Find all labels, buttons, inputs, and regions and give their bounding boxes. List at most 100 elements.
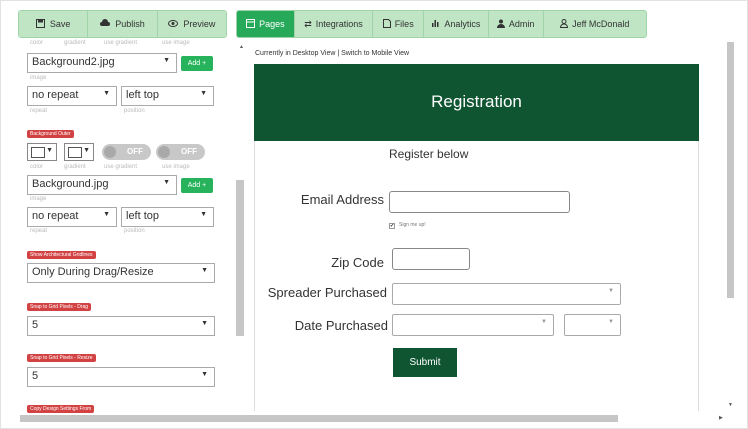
position-select-2[interactable]: left top ▼ <box>121 207 214 227</box>
snap-drag-select[interactable]: 5 ▼ <box>27 316 215 336</box>
publish-label: Publish <box>115 19 145 29</box>
editor-toolbar: Save Publish Preview <box>18 10 227 38</box>
tab-pages[interactable]: Pages <box>237 11 295 37</box>
date-month-select[interactable]: ▼ <box>392 314 554 336</box>
bg-image-value-1: Background2.jpg <box>32 56 115 68</box>
snap-resize-select[interactable]: 5 ▼ <box>27 367 215 387</box>
spreader-select[interactable]: ▼ <box>392 283 621 305</box>
scroll-down-arrow-icon[interactable]: ▼ <box>728 402 733 408</box>
zip-label: Zip Code <box>331 255 384 270</box>
chevron-down-icon: ▼ <box>201 320 208 327</box>
chevron-down-icon: ▼ <box>201 267 208 274</box>
chevron-down-icon: ▼ <box>201 371 208 378</box>
use-image-toggle[interactable]: OFF <box>156 144 205 160</box>
repeat-sublabel-2: repeat <box>30 228 48 234</box>
tab-user-label: Jeff McDonald <box>572 19 630 29</box>
tab-admin-label: Admin <box>508 19 535 29</box>
toggle-knob <box>158 146 170 158</box>
gridlines-tag: Show Architectural Gridlines <box>27 251 96 259</box>
date-label: Date Purchased <box>294 318 388 333</box>
tab-admin[interactable]: Admin <box>489 11 544 37</box>
tab-integrations[interactable]: ⇄ Integrations <box>295 11 374 37</box>
copy-design-tag: Copy Design Settings From <box>27 405 95 413</box>
publish-button[interactable]: Publish <box>88 11 158 37</box>
email-field[interactable] <box>389 191 570 213</box>
bg-outer-tag: Background Outer <box>27 130 74 138</box>
repeat-sublabel-1: repeat <box>30 108 48 114</box>
bg-image-value-2: Background.jpg <box>32 178 109 190</box>
position-value-2: left top <box>126 210 160 222</box>
repeat-select-2[interactable]: no repeat ▼ <box>27 207 117 227</box>
gridlines-value: Only During Drag/Resize <box>32 266 154 278</box>
form-title: Registration <box>431 92 522 111</box>
chevron-down-icon: ▼ <box>163 179 170 186</box>
sublabel-color: color <box>30 164 44 170</box>
switch-mobile-link[interactable]: Switch to Mobile View <box>341 50 409 57</box>
chevron-down-icon: ▼ <box>200 211 207 218</box>
snap-drag-value: 5 <box>32 319 39 331</box>
eye-icon <box>168 19 179 29</box>
bar-chart-icon <box>431 19 440 29</box>
position-select-1[interactable]: left top ▼ <box>121 86 214 106</box>
signup-checkbox[interactable]: ✔ <box>389 223 395 229</box>
sublabel-use-image: use image <box>162 164 190 170</box>
chevron-down-icon: ▼ <box>83 147 90 154</box>
tab-analytics[interactable]: Analytics <box>424 11 489 37</box>
exchange-icon: ⇄ <box>304 18 312 29</box>
chevron-down-icon: ▼ <box>163 57 170 64</box>
signup-label: Sign me up! <box>399 222 426 228</box>
sublabel-use-gradient-top: use gradient <box>104 40 138 46</box>
chevron-down-icon: ▼ <box>608 319 614 325</box>
sublabel-gradient: gradient <box>64 164 86 170</box>
use-gradient-toggle[interactable]: OFF <box>102 144 151 160</box>
save-button[interactable]: Save <box>19 11 89 37</box>
zip-field[interactable] <box>392 248 470 270</box>
scroll-right-arrow-icon[interactable]: ▶ <box>719 415 723 421</box>
gridlines-select[interactable]: Only During Drag/Resize ▼ <box>27 263 215 283</box>
image-sublabel-1: image <box>30 75 47 81</box>
admin-user-icon <box>496 19 505 30</box>
submit-button[interactable]: Submit <box>393 348 457 377</box>
chevron-down-icon: ▼ <box>103 211 110 218</box>
date-year-select[interactable]: ▼ <box>564 314 621 336</box>
toggle-off-label: OFF <box>181 147 197 156</box>
canvas-vscroll-thumb[interactable] <box>727 42 734 298</box>
snap-drag-tag: Snap to Grid Pixels - Drag <box>27 303 92 311</box>
sublabel-use-image-top: use image <box>162 40 190 46</box>
bg-image-select-1[interactable]: Background2.jpg ▼ <box>27 53 177 73</box>
scroll-up-arrow-icon[interactable]: ▲ <box>239 44 244 50</box>
floppy-icon <box>35 18 45 30</box>
preview-button[interactable]: Preview <box>157 11 226 37</box>
repeat-select-1[interactable]: no repeat ▼ <box>27 86 117 106</box>
snap-resize-value: 5 <box>32 370 39 382</box>
user-icon <box>560 18 569 30</box>
chevron-down-icon: ▼ <box>103 90 110 97</box>
add-image-button-1[interactable]: Add + <box>181 56 213 71</box>
tab-user-account[interactable]: Jeff McDonald <box>544 11 647 37</box>
position-sublabel-2: position <box>124 228 145 234</box>
email-label: Email Address <box>300 192 384 207</box>
panel-scrollbar-thumb[interactable] <box>236 180 244 336</box>
chevron-down-icon: ▼ <box>608 288 614 294</box>
sublabel-gradient-top: gradient <box>64 40 86 46</box>
toggle-knob <box>104 146 116 158</box>
snap-resize-tag: Snap to Grid Pixels - Resize <box>27 354 96 362</box>
current-view-text: Currently in Desktop View <box>255 50 336 57</box>
bg-image-select-2[interactable]: Background.jpg ▼ <box>27 175 177 195</box>
sublabel-color-top: color <box>30 40 44 46</box>
canvas-hscroll-thumb[interactable] <box>20 415 618 422</box>
add-image-button-2[interactable]: Add + <box>181 178 213 193</box>
spreader-label: Spreader Purchased <box>267 285 387 300</box>
image-sublabel-2: image <box>30 196 47 202</box>
repeat-value-1: no repeat <box>32 89 79 101</box>
outer-color-picker[interactable]: ▼ <box>27 143 57 161</box>
cloud-upload-icon <box>100 19 111 29</box>
outer-gradient-picker[interactable]: ▼ <box>64 143 94 161</box>
position-sublabel-1: position <box>124 108 145 114</box>
chevron-down-icon: ▼ <box>46 147 53 154</box>
tab-files-label: Files <box>394 19 414 29</box>
pages-icon <box>246 18 256 30</box>
tab-files[interactable]: Files <box>373 11 425 37</box>
save-label: Save <box>49 19 71 29</box>
tab-pages-label: Pages <box>259 19 285 29</box>
